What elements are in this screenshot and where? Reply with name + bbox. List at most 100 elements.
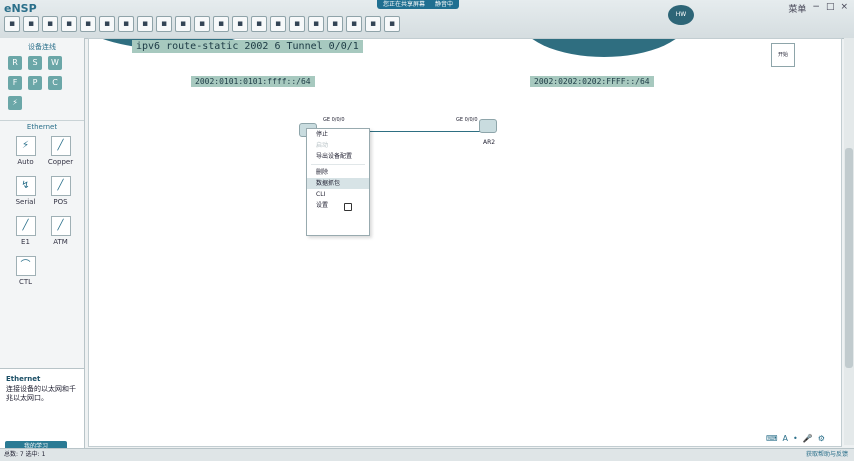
cable-auto-icon: ⚡: [15, 136, 36, 156]
cable-category-label: Ethernet: [0, 120, 84, 131]
context-menu-item[interactable]: 设置: [307, 200, 369, 211]
context-menu: 停止启动导出设备配置 删除 数据抓包 CLI 设置: [306, 128, 370, 236]
status-left-text: 总数: 7 选中: 1: [4, 451, 46, 458]
grid-icon[interactable]: ▪: [308, 16, 324, 32]
move-icon[interactable]: ▪: [156, 16, 172, 32]
help-icon[interactable]: ▪: [384, 16, 400, 32]
cable-label: Serial: [15, 198, 36, 206]
save-icon[interactable]: ▪: [42, 16, 58, 32]
prefix-annotation-right[interactable]: 2002:0202:0202:FFFF::/64: [530, 76, 654, 87]
huawei-logo-icon: HW: [668, 5, 694, 25]
pc-category-icon[interactable]: P: [28, 76, 42, 90]
cable-ctl-icon: ⌒: [15, 256, 36, 276]
prefix-annotation-left[interactable]: 2002:0101:0101:ffff::/64: [191, 76, 315, 87]
port-label-right: GE 0/0/0: [456, 117, 478, 123]
saveas-icon[interactable]: ▪: [61, 16, 77, 32]
cable-ctl-button[interactable]: ⌒ CTL: [8, 256, 43, 286]
device-icon[interactable]: ▪: [365, 16, 381, 32]
menu-button[interactable]: 菜单: [788, 2, 806, 15]
device-panel: 设备连线 R S W F P C ⚡ Ethernet ⚡ Auto ╱ Copper…: [0, 38, 85, 459]
cable-list: ⚡ Auto ╱ Copper ↯ Serial ╱ POS ╱ E1 ╱ ATM ⌒ CTL: [8, 136, 78, 286]
topology-icon[interactable]: ▪: [327, 16, 343, 32]
status-bar: 总数: 7 选中: 1 获取帮助与反馈: [0, 448, 854, 461]
print-icon[interactable]: ▪: [80, 16, 96, 32]
cloud-category-icon[interactable]: C: [48, 76, 62, 90]
pc-label: PC2: [603, 57, 615, 64]
cable-auto-button[interactable]: ⚡ Auto: [8, 136, 43, 166]
cable-e1-button[interactable]: ╱ E1: [8, 216, 43, 246]
cable-pos-icon: ╱: [50, 176, 71, 196]
window-controls: 菜单 − □ ×: [788, 2, 848, 15]
start-icon[interactable]: ▪: [251, 16, 267, 32]
banner-mute-text[interactable]: 静音中: [435, 0, 453, 9]
router-category-icon[interactable]: R: [8, 56, 22, 70]
vertical-scrollbar[interactable]: [844, 38, 854, 445]
cable-atm-icon: ╱: [50, 216, 71, 236]
cable-pos-button[interactable]: ╱ POS: [43, 176, 78, 206]
context-menu-item[interactable]: 删除: [307, 167, 369, 178]
context-menu-item[interactable]: 数据抓包: [307, 178, 369, 189]
cable-serial-icon: ↯: [15, 176, 36, 196]
maximize-button[interactable]: □: [826, 2, 835, 15]
minimize-button[interactable]: −: [812, 2, 820, 15]
banner-share-text: 您正在共享屏幕: [383, 1, 426, 8]
capture-icon[interactable]: ▪: [289, 16, 305, 32]
select-icon[interactable]: ▪: [137, 16, 153, 32]
cable-atm-button[interactable]: ╱ ATM: [43, 216, 78, 246]
firewall-category-icon[interactable]: F: [8, 76, 22, 90]
wlan-category-icon[interactable]: W: [48, 56, 62, 70]
cable-label: CTL: [18, 278, 33, 286]
switch-category-icon[interactable]: S: [28, 56, 42, 70]
fit-icon[interactable]: ▪: [346, 16, 362, 32]
port-label-left: GE 0/0/0: [323, 117, 345, 123]
app-logo: eNSP: [4, 2, 37, 15]
context-menu-item[interactable]: 导出设备配置: [307, 151, 369, 162]
new-icon[interactable]: ▪: [4, 16, 20, 32]
cable-label: ATM: [53, 238, 68, 246]
network-cloud-right[interactable]: [519, 39, 689, 57]
start-widget[interactable]: 开始: [771, 43, 795, 67]
cable-label: POS: [53, 198, 68, 206]
router-ar2-icon[interactable]: [479, 119, 497, 133]
cable-serial-button[interactable]: ↯ Serial: [8, 176, 43, 206]
microphone-icon[interactable]: 🎤: [803, 434, 813, 443]
ime-icon[interactable]: A: [783, 434, 788, 443]
topology-canvas[interactable]: ipv6 route-static 2002 6 Tunnel 0/0/1 PC…: [88, 38, 842, 447]
title-bar: eNSP ▪ ▪ ▪ ▪ ▪ ▪ ▪ ▪ ▪ ▪ ▪ ▪ ▪ ▪ ▪ ▪ ▪ ▪ ▪ ▪ ▪ 您正在共享屏幕 静音中 H…: [0, 0, 854, 39]
punctuation-icon[interactable]: •: [793, 434, 798, 443]
command-annotation[interactable]: ipv6 route-static 2002 6 Tunnel 0/0/1: [132, 40, 363, 53]
mouse-cursor-icon: [344, 203, 352, 211]
settings-icon[interactable]: ⚙: [818, 434, 825, 443]
keyboard-icon[interactable]: ⌨: [766, 434, 778, 443]
cable-label: Auto: [17, 158, 34, 166]
open-icon[interactable]: ▪: [23, 16, 39, 32]
undo-icon[interactable]: ▪: [99, 16, 115, 32]
rectangle-icon[interactable]: ▪: [213, 16, 229, 32]
feedback-link[interactable]: 获取帮助与反馈: [806, 449, 848, 461]
redo-icon[interactable]: ▪: [118, 16, 134, 32]
cable-copper-icon: ╱: [50, 136, 71, 156]
cable-label: E1: [21, 238, 30, 246]
description-title: Ethernet: [6, 375, 41, 383]
system-tray: ⌨ A • 🎤 ⚙: [766, 434, 825, 443]
sharing-banner: 您正在共享屏幕 静音中: [377, 0, 460, 9]
router-ar2-label: AR2: [483, 139, 496, 146]
context-menu-item: 启动: [316, 142, 329, 149]
toolbar: ▪ ▪ ▪ ▪ ▪ ▪ ▪ ▪ ▪ ▪ ▪ ▪ ▪ ▪ ▪ ▪ ▪ ▪ ▪ ▪ ▪: [4, 16, 400, 32]
cable-label: Copper: [47, 158, 74, 166]
cable-copper-button[interactable]: ╱ Copper: [43, 136, 78, 166]
close-button[interactable]: ×: [840, 2, 848, 15]
ellipse-icon[interactable]: ▪: [232, 16, 248, 32]
delete-icon[interactable]: ▪: [175, 16, 191, 32]
context-menu-item[interactable]: 停止: [307, 129, 369, 140]
text-icon[interactable]: ▪: [194, 16, 210, 32]
panel-title: 设备连线: [28, 43, 56, 51]
scrollbar-thumb[interactable]: [845, 148, 853, 368]
device-category-grid: R S W F P C ⚡: [0, 52, 84, 114]
context-menu-item[interactable]: CLI: [307, 189, 369, 200]
cable-e1-icon: ╱: [15, 216, 36, 236]
description-text: 连接设备的以太网和千兆以太网口。: [6, 385, 76, 402]
stop-icon[interactable]: ▪: [270, 16, 286, 32]
cable-category-icon[interactable]: ⚡: [8, 96, 22, 110]
menu-separator: [311, 164, 365, 165]
